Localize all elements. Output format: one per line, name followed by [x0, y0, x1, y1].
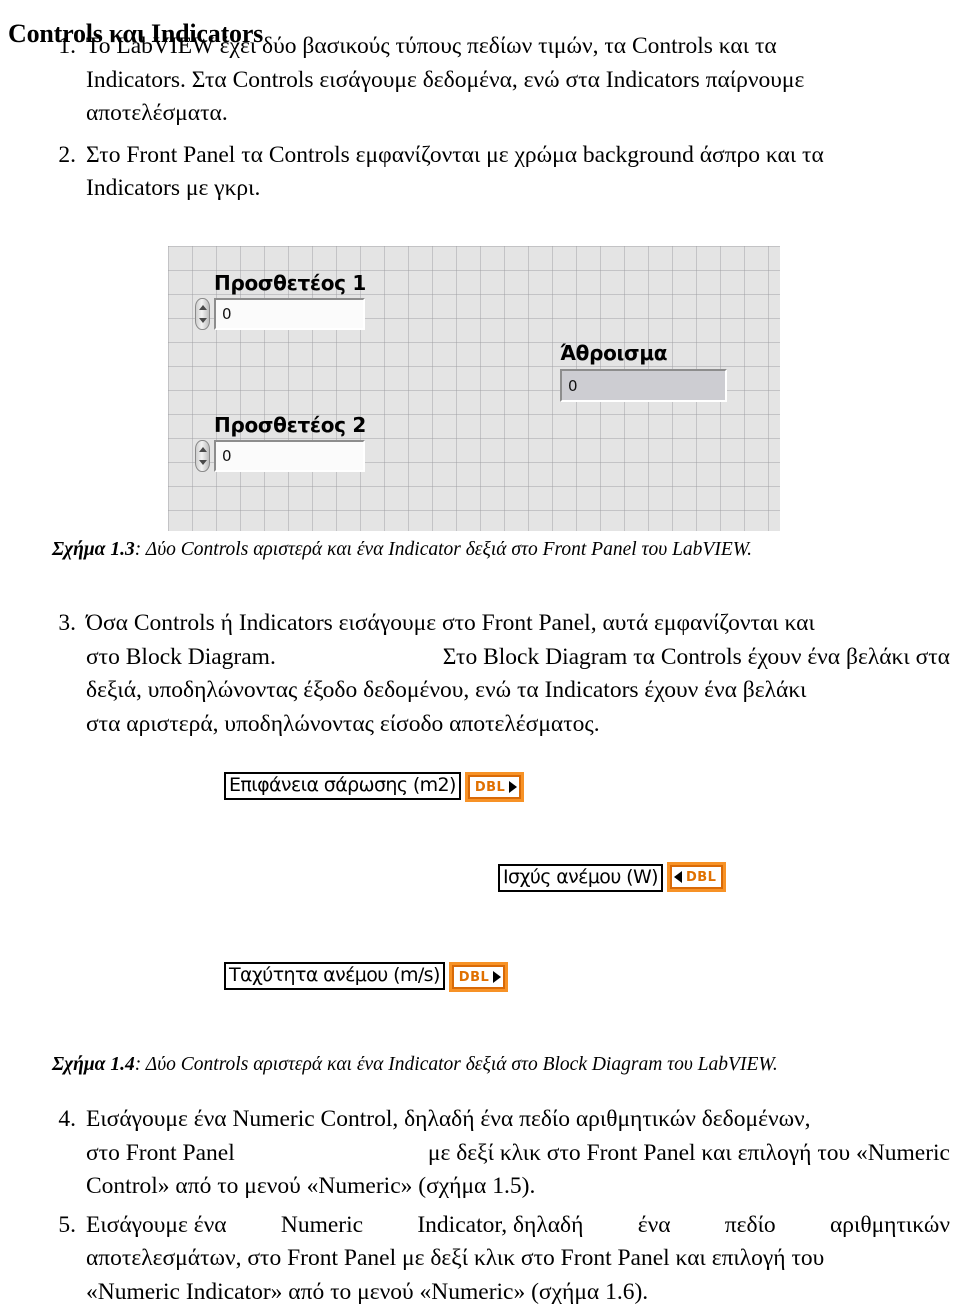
terminal-node-3[interactable]: DBL — [448, 962, 509, 992]
chevron-down-icon — [198, 460, 207, 465]
front-panel-control-label-1: Προσθετέος 1 — [214, 271, 367, 295]
terminal-label-1: Επιφάνεια σάρωσης (m2) — [224, 771, 461, 800]
front-panel-control-label-2: Προσθετέος 2 — [214, 413, 367, 437]
figure-caption-1-4: Σχήμα 1.4: Δύο Controls αριστερά και ένα… — [52, 1053, 778, 1077]
arrow-right-icon — [509, 781, 518, 793]
text-line: Control» από το μενού «Numeric» (σχήμα 1… — [86, 1173, 536, 1199]
figure-block-diagram: Επιφάνεια σάρωσης (m2) DBL Ισχύς ανέμου … — [168, 762, 780, 1040]
numeric-increment-decrement-1[interactable] — [195, 298, 210, 330]
terminal-datatype-3: DBL — [458, 969, 490, 985]
text-line: στο Block Diagram. Στο Block Diagram τα … — [86, 643, 950, 670]
numeric-control-field-2[interactable]: 0 — [214, 440, 365, 472]
terminal-label-3: Ταχύτητα ανέμου (m/s) — [224, 961, 445, 990]
text-line: Εισάγουμε ένα Numeric Indicator, δηλαδή … — [86, 1211, 950, 1238]
block-diagram-terminal-2[interactable]: Ισχύς ανέμου (W) DBL — [498, 858, 727, 892]
chevron-up-icon — [198, 447, 207, 452]
terminal-node-1[interactable]: DBL — [464, 772, 525, 802]
terminal-label-2: Ισχύς ανέμου (W) — [498, 864, 663, 892]
list-item: 4. Εισάγουμε ένα Numeric Control, δηλαδή… — [42, 1103, 950, 1204]
arrow-left-icon — [673, 871, 682, 883]
text-line: στο Front Panel με δεξί κλικ στο Front P… — [86, 1139, 950, 1166]
list-block-top: 1. Το LabVIEW έχει δύο βασικούς τύπους π… — [42, 30, 950, 206]
text-line: Όσα Controls ή Indicators εισάγουμε στο … — [86, 610, 815, 636]
list-item: 5. Εισάγουμε ένα Numeric Indicator, δηλα… — [42, 1209, 950, 1310]
text-line: Εισάγουμε ένα Numeric Control, δηλαδή έν… — [86, 1106, 811, 1132]
figure-caption-label: Σχήμα 1.3 — [52, 539, 135, 560]
figure-caption-text: : Δύο Controls αριστερά και ένα Indicato… — [134, 539, 753, 560]
list-item-number: 2. — [58, 141, 76, 168]
text-line: Στο Front Panel τα Controls εμφανίζονται… — [86, 141, 824, 168]
list-item: 3. Όσα Controls ή Indicators εισάγουμε σ… — [42, 607, 950, 741]
text-line: Το LabVIEW έχει δύο βασικούς τύπους πεδί… — [86, 33, 777, 59]
block-diagram-terminal-1[interactable]: Επιφάνεια σάρωσης (m2) DBL — [224, 768, 525, 802]
terminal-node-inner: DBL — [467, 775, 522, 799]
list-item-number: 4. — [58, 1106, 76, 1132]
text-line: αποτελέσματα. — [86, 100, 228, 126]
list-item-body: Στο Front Panel τα Controls εμφανίζονται… — [86, 139, 950, 206]
list-item-number: 5. — [58, 1211, 76, 1238]
text-line: Indicators. Στα Controls εισάγουμε δεδομ… — [86, 66, 805, 93]
list-block-bottom: 4. Εισάγουμε ένα Numeric Control, δηλαδή… — [42, 1103, 950, 1309]
figure-caption-label: Σχήμα 1.4 — [52, 1054, 135, 1075]
text-line: στα αριστερά, υποδηλώνοντας είσοδο αποτε… — [86, 710, 600, 737]
terminal-node-inner: DBL — [451, 965, 506, 989]
figure-caption-text: : Δύο Controls αριστερά και ένα Indicato… — [134, 1054, 778, 1075]
list-item-number: 1. — [58, 33, 76, 59]
list-item-number: 3. — [58, 610, 76, 636]
list-item: 2. Στο Front Panel τα Controls εμφανίζον… — [42, 139, 950, 206]
numeric-increment-decrement-2[interactable] — [195, 440, 210, 472]
text-line: δεξιά, υποδηλώνοντας έξοδο δεδομένου, εν… — [86, 677, 807, 703]
terminal-datatype-1: DBL — [474, 779, 506, 795]
terminal-node-inner: DBL — [669, 865, 724, 889]
chevron-up-icon — [198, 305, 207, 310]
terminal-datatype-2: DBL — [685, 869, 717, 885]
terminal-node-2[interactable]: DBL — [666, 862, 727, 892]
block-diagram-terminal-3[interactable]: Ταχύτητα ανέμου (m/s) DBL — [224, 958, 509, 992]
chevron-down-icon — [198, 318, 207, 323]
text-line: «Numeric Indicator» από το μενού «Numeri… — [86, 1278, 649, 1305]
front-panel-indicator-label: Άθροισμα — [560, 341, 668, 365]
text-line: αποτελεσμάτων, στο Front Panel με δεξί κ… — [86, 1245, 825, 1271]
list-item: 1. Το LabVIEW έχει δύο βασικούς τύπους π… — [42, 30, 950, 131]
numeric-control-field-1[interactable]: 0 — [214, 298, 365, 330]
list-item-body: Όσα Controls ή Indicators εισάγουμε στο … — [86, 607, 950, 741]
figure-front-panel: Προσθετέος 1 0 Προσθετέος 2 0 Άθροισμα 0 — [168, 246, 780, 531]
numeric-indicator-field: 0 — [560, 369, 727, 402]
text-line: Indicators με γκρι. — [86, 175, 261, 201]
list-block-middle: 3. Όσα Controls ή Indicators εισάγουμε σ… — [42, 607, 950, 741]
arrow-right-icon — [493, 971, 502, 983]
list-item-body: Το LabVIEW έχει δύο βασικούς τύπους πεδί… — [86, 30, 950, 131]
list-item-body: Εισάγουμε ένα Numeric Indicator, δηλαδή … — [86, 1209, 950, 1310]
figure-caption-1-3: Σχήμα 1.3: Δύο Controls αριστερά και ένα… — [52, 538, 752, 562]
list-item-body: Εισάγουμε ένα Numeric Control, δηλαδή έν… — [86, 1103, 950, 1204]
document-page: Controls και Indicators 1. Το LabVIEW έχ… — [0, 0, 960, 1314]
